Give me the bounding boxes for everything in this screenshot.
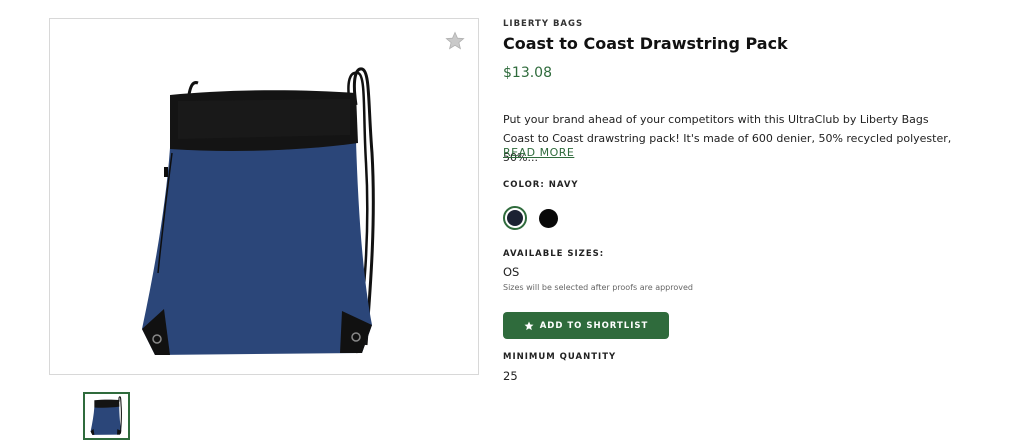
read-more-link[interactable]: READ MORE [503, 146, 574, 159]
navy-dot [507, 210, 523, 226]
product-price: $13.08 [503, 65, 552, 81]
size-value: OS [503, 265, 520, 279]
minimum-quantity-value: 25 [503, 369, 518, 383]
product-title: Coast to Coast Drawstring Pack [503, 34, 788, 53]
product-image-frame [49, 18, 479, 375]
minimum-quantity-label: MINIMUM QUANTITY [503, 352, 617, 362]
color-label: COLOR: NAVY [503, 180, 579, 190]
star-icon [524, 321, 534, 330]
add-to-shortlist-button[interactable]: ADD TO SHORTLIST [503, 312, 669, 339]
color-swatch-black[interactable] [539, 209, 558, 228]
product-thumbnail[interactable] [83, 392, 130, 440]
thumbnail-image [90, 396, 122, 435]
color-swatch-navy[interactable] [503, 206, 527, 230]
favorite-star-icon[interactable] [445, 31, 465, 51]
shortlist-button-label: ADD TO SHORTLIST [539, 320, 649, 331]
size-note: Sizes will be selected after proofs are … [503, 283, 693, 292]
product-image [142, 67, 375, 355]
brand-name: LIBERTY BAGS [503, 19, 584, 29]
sizes-label: AVAILABLE SIZES: [503, 249, 605, 259]
